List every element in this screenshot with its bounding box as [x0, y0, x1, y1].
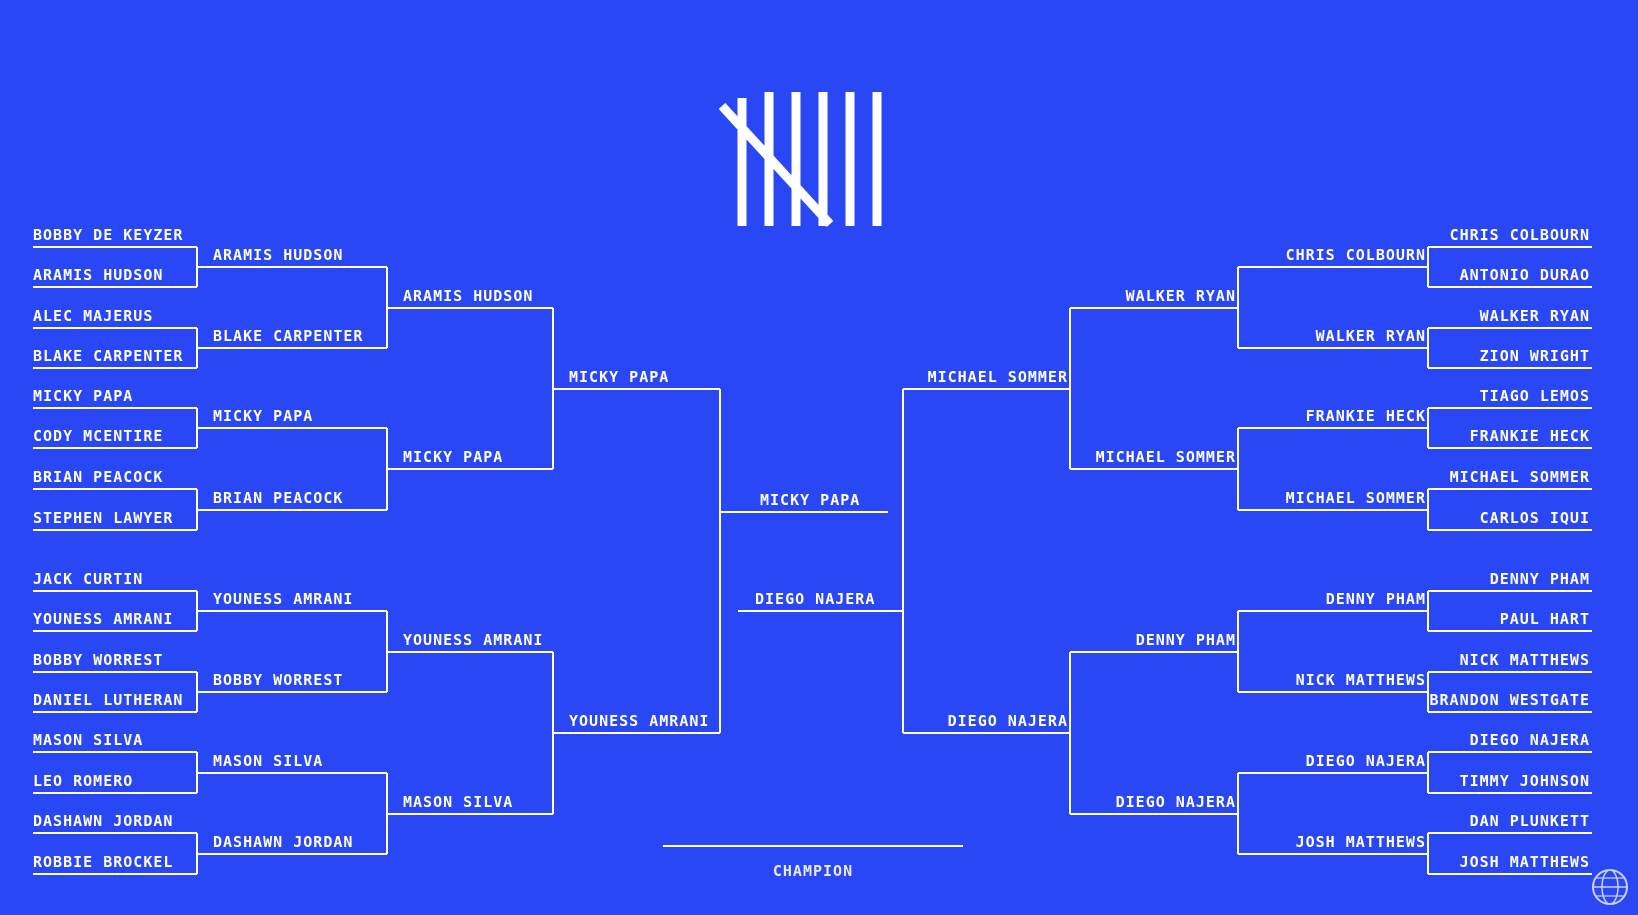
- left-round3-player: ARAMIS HUDSON: [403, 287, 534, 305]
- left-round1-player: ROBBIE BROCKEL: [33, 853, 174, 871]
- bracket-board: BOBBY DE KEYZER ARAMIS HUDSON ALEC MAJERUS…: [0, 0, 1638, 915]
- left-round3-player: MICKY PAPA: [403, 448, 504, 466]
- left-round1-player: LEO ROMERO: [33, 772, 134, 790]
- left-round1-player: CODY MCENTIRE: [33, 427, 164, 445]
- left-round1-player: MASON SILVA: [33, 731, 144, 749]
- right-round1-player: DAN PLUNKETT: [1469, 812, 1590, 830]
- right-round3-player: DIEGO NAJERA: [1115, 793, 1236, 811]
- left-round1-player: JACK CURTIN: [33, 570, 144, 588]
- right-finalist-name: DIEGO NAJERA: [755, 590, 876, 608]
- champion-label: CHAMPION: [772, 862, 854, 880]
- left-round1-player: BOBBY DE KEYZER: [33, 226, 184, 244]
- right-round2-player: DIEGO NAJERA: [1305, 752, 1426, 770]
- left-round1-player: BRIAN PEACOCK: [33, 468, 164, 486]
- left-round2-player: BOBBY WORREST: [213, 671, 344, 689]
- left-round3-player: MASON SILVA: [403, 793, 514, 811]
- right-round3-player: MICHAEL SOMMER: [1095, 448, 1236, 466]
- right-round1-player: ANTONIO DURAO: [1459, 266, 1590, 284]
- left-round3-player: YOUNESS AMRANI: [403, 631, 544, 649]
- right-round3-player: WALKER RYAN: [1125, 287, 1236, 305]
- right-round1-player: DIEGO NAJERA: [1469, 731, 1590, 749]
- right-round2-player: FRANKIE HECK: [1305, 407, 1426, 425]
- left-round1-player: BLAKE CARPENTER: [33, 347, 184, 365]
- left-round4-player: MICKY PAPA: [569, 368, 670, 386]
- tally-logo-icon: [718, 92, 882, 228]
- left-round1-player: DASHAWN JORDAN: [33, 812, 174, 830]
- right-round2-player: DENNY PHAM: [1325, 590, 1426, 608]
- left-round2-player: BLAKE CARPENTER: [213, 327, 364, 345]
- right-round1-player: PAUL HART: [1499, 610, 1590, 628]
- left-round1-player: DANIEL LUTHERAN: [33, 691, 184, 709]
- right-round1-player: CARLOS IQUI: [1479, 509, 1590, 527]
- left-finalist-name: MICKY PAPA: [760, 491, 861, 509]
- left-round1-player: ARAMIS HUDSON: [33, 266, 164, 284]
- left-round1-player: ALEC MAJERUS: [33, 307, 154, 325]
- left-round2-player: DASHAWN JORDAN: [213, 833, 354, 851]
- right-round1-player: MICHAEL SOMMER: [1449, 468, 1590, 486]
- right-round1-player: WALKER RYAN: [1479, 307, 1590, 325]
- right-round1-player: TIAGO LEMOS: [1479, 387, 1590, 405]
- globe-badge-icon: [1592, 869, 1628, 905]
- left-round2-player: YOUNESS AMRANI: [213, 590, 354, 608]
- right-round2-player: MICHAEL SOMMER: [1285, 489, 1426, 507]
- left-round2-player: ARAMIS HUDSON: [213, 246, 344, 264]
- left-round2-player: MASON SILVA: [213, 752, 324, 770]
- left-round1-player: MICKY PAPA: [33, 387, 134, 405]
- right-round1-player: BRANDON WESTGATE: [1429, 691, 1590, 709]
- right-round1-player: FRANKIE HECK: [1469, 427, 1590, 445]
- right-round1-player: NICK MATTHEWS: [1459, 651, 1590, 669]
- right-round3-player: DENNY PHAM: [1135, 631, 1236, 649]
- right-round4-player: MICHAEL SOMMER: [927, 368, 1068, 386]
- right-round2-player: NICK MATTHEWS: [1295, 671, 1426, 689]
- left-round1-player: BOBBY WORREST: [33, 651, 164, 669]
- right-round4-player: DIEGO NAJERA: [947, 712, 1068, 730]
- right-round1-player: ZION WRIGHT: [1479, 347, 1590, 365]
- left-round2-player: MICKY PAPA: [213, 407, 314, 425]
- left-round1-player: YOUNESS AMRANI: [33, 610, 174, 628]
- right-round1-player: DENNY PHAM: [1489, 570, 1590, 588]
- right-round1-player: TIMMY JOHNSON: [1459, 772, 1590, 790]
- left-round4-player: YOUNESS AMRANI: [569, 712, 710, 730]
- right-round2-player: CHRIS COLBOURN: [1285, 246, 1426, 264]
- left-round2-player: BRIAN PEACOCK: [213, 489, 344, 507]
- left-round1-player: STEPHEN LAWYER: [33, 509, 174, 527]
- right-round2-player: JOSH MATTHEWS: [1295, 833, 1426, 851]
- right-round1-player: CHRIS COLBOURN: [1449, 226, 1590, 244]
- right-round2-player: WALKER RYAN: [1315, 327, 1426, 345]
- right-round1-player: JOSH MATTHEWS: [1459, 853, 1590, 871]
